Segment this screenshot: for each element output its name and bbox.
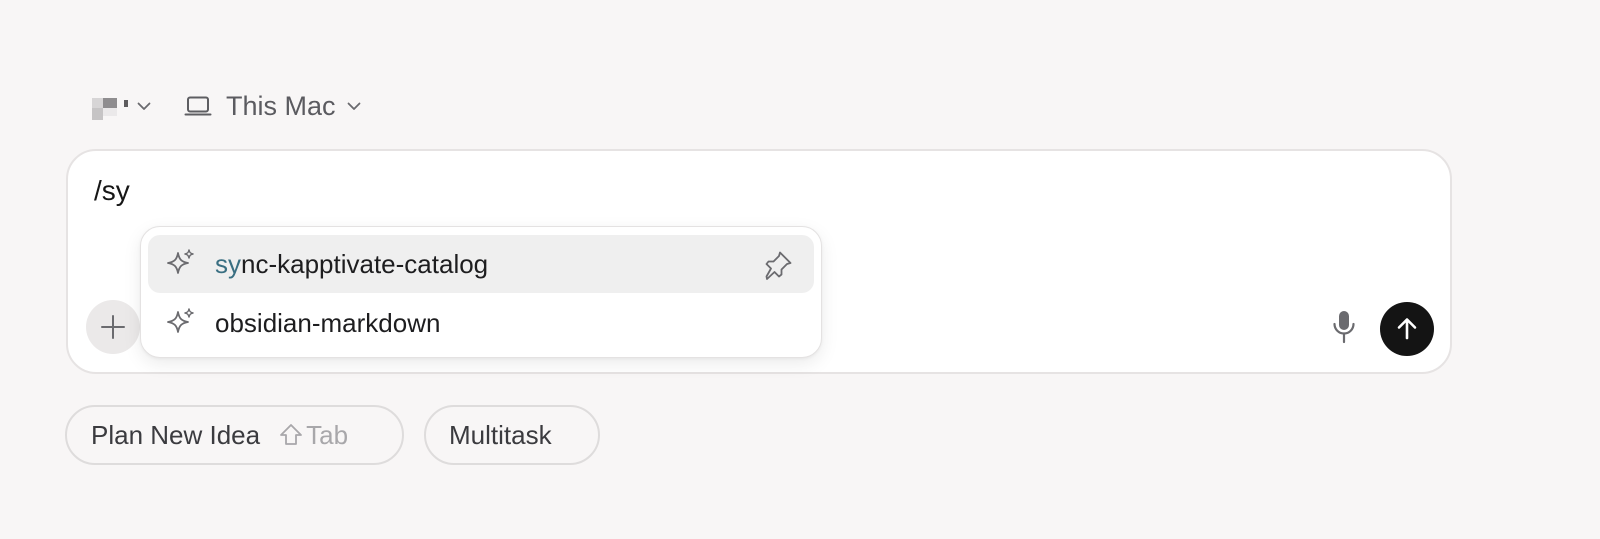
autocomplete-item-label: sync-kapptivate-catalog: [215, 249, 488, 280]
keyboard-shortcut: Tab: [278, 420, 348, 451]
project-chevron-down-icon: [137, 102, 151, 110]
sparkle-icon: [167, 308, 194, 333]
plan-new-idea-label: Plan New Idea: [91, 419, 261, 450]
autocomplete-rest-text: nc-kapptivate-catalog: [241, 248, 489, 279]
autocomplete-match-text: sy: [215, 248, 241, 279]
selector-row: This Mac: [92, 84, 362, 128]
command-autocomplete-popup: sync-kapptivate-catalog obsidian-markdow…: [140, 226, 822, 358]
project-avatar-icon: [92, 89, 130, 123]
sparkle-icon: [167, 249, 194, 274]
attach-button[interactable]: [86, 300, 140, 354]
microphone-icon: [1333, 311, 1355, 344]
microphone-button[interactable]: [1326, 307, 1362, 347]
autocomplete-item-sync-kapptivate-catalog[interactable]: sync-kapptivate-catalog: [148, 235, 814, 293]
environment-label: This Mac: [226, 90, 336, 121]
shift-icon: [280, 424, 303, 445]
pin-icon[interactable]: [762, 249, 794, 281]
plus-icon: [101, 315, 125, 339]
composer-input[interactable]: /sy: [94, 175, 130, 207]
environment-chevron-down-icon: [347, 102, 360, 110]
arrow-up-icon: [1397, 318, 1417, 340]
autocomplete-item-label: obsidian-markdown: [215, 307, 441, 338]
multitask-button[interactable]: Multitask: [424, 405, 600, 465]
environment-selector[interactable]: This Mac: [184, 84, 362, 128]
autocomplete-item-obsidian-markdown[interactable]: obsidian-markdown: [148, 294, 814, 352]
laptop-icon: [184, 96, 212, 116]
project-selector[interactable]: [92, 84, 152, 128]
send-button[interactable]: [1380, 302, 1434, 356]
plan-new-idea-button[interactable]: Plan New Idea Tab: [65, 405, 404, 465]
shortcut-key-label: Tab: [306, 419, 349, 450]
multitask-label: Multitask: [449, 419, 552, 450]
